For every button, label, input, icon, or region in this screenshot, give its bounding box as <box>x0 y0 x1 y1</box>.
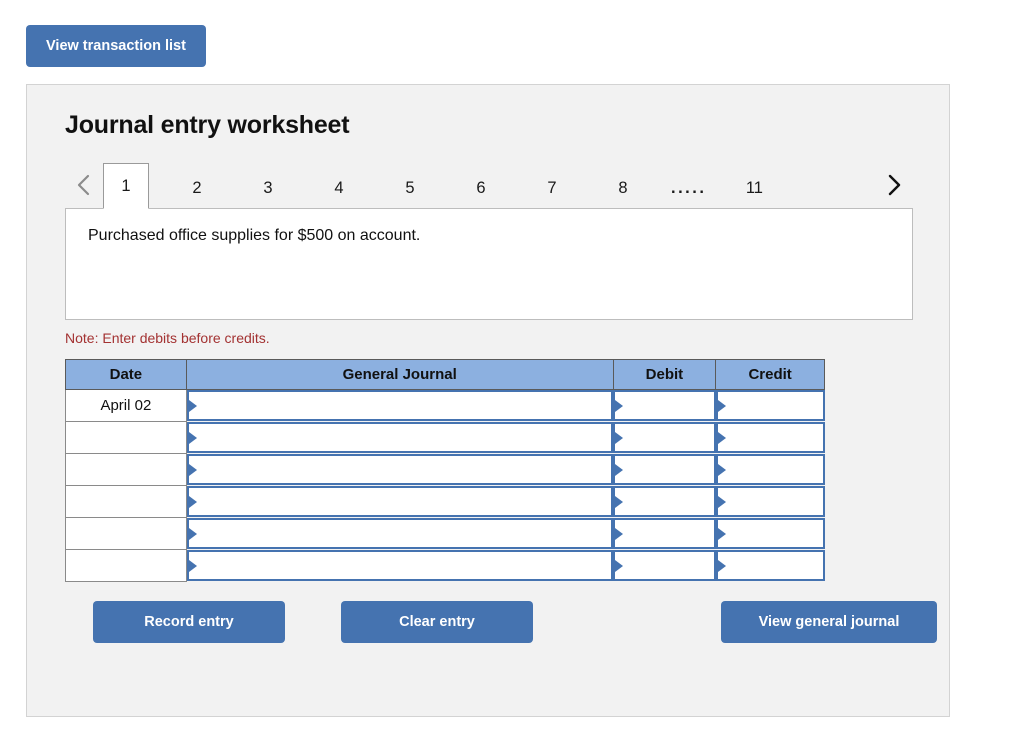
worksheet-tab-label: 6 <box>476 178 486 197</box>
credit-amount-input[interactable] <box>715 390 825 422</box>
view-general-journal-button[interactable]: View general journal <box>721 601 937 643</box>
tab-overflow-ellipsis: ..... <box>671 178 707 197</box>
account-name-dropdown[interactable] <box>186 518 614 549</box>
account-name-dropdown[interactable] <box>186 422 614 453</box>
date-cell <box>65 485 187 518</box>
worksheet-tab-3[interactable]: 3 <box>245 168 291 208</box>
column-header-credit: Credit <box>715 359 825 390</box>
debit-amount-input[interactable] <box>613 550 716 581</box>
debit-cell[interactable] <box>613 454 716 486</box>
worksheet-tab-4[interactable]: 4 <box>316 168 362 208</box>
debit-amount-input[interactable] <box>613 454 716 485</box>
table-row <box>65 421 825 454</box>
debit-cell[interactable] <box>613 422 716 454</box>
debit-cell[interactable] <box>613 518 716 550</box>
record-entry-button[interactable]: Record entry <box>93 601 285 643</box>
view-transaction-list-button[interactable]: View transaction list <box>26 25 206 67</box>
worksheet-tab-label: 1 <box>121 176 131 195</box>
worksheet-action-bar: Record entry Clear entry View general jo… <box>65 601 937 643</box>
worksheet-tab-label: 8 <box>618 178 628 197</box>
account-name-dropdown[interactable] <box>186 390 614 422</box>
worksheet-tab-label: 11 <box>745 178 763 197</box>
worksheet-tab-label: 4 <box>334 178 344 197</box>
column-header-debit: Debit <box>612 359 717 390</box>
credit-cell[interactable] <box>715 422 825 454</box>
general-journal-cell[interactable] <box>186 390 614 422</box>
worksheet-tab-label: 5 <box>405 178 415 197</box>
transaction-description-panel: Purchased office supplies for $500 on ac… <box>65 208 913 320</box>
transaction-description-text: Purchased office supplies for $500 on ac… <box>88 227 421 244</box>
worksheet-tab-1[interactable]: 1 <box>103 163 149 209</box>
credit-cell[interactable] <box>715 486 825 518</box>
credit-amount-input[interactable] <box>715 486 825 517</box>
date-cell <box>65 549 187 582</box>
general-journal-cell[interactable] <box>186 518 614 550</box>
worksheet-tab-8[interactable]: 8 <box>600 168 646 208</box>
debits-before-credits-note: Note: Enter debits before credits. <box>65 330 270 346</box>
column-header-general-journal: General Journal <box>185 359 614 390</box>
worksheet-tab-2[interactable]: 2 <box>174 168 220 208</box>
worksheet-tab-label: 2 <box>192 178 202 197</box>
chevron-right-icon <box>884 171 904 199</box>
table-row <box>65 549 825 582</box>
worksheet-tab-7[interactable]: 7 <box>529 168 575 208</box>
credit-amount-input[interactable] <box>715 422 825 453</box>
chevron-left-icon <box>74 171 94 199</box>
clear-entry-button[interactable]: Clear entry <box>341 601 533 643</box>
debit-amount-input[interactable] <box>613 486 716 517</box>
worksheet-tab-6[interactable]: 6 <box>458 168 504 208</box>
date-cell: April 02 <box>65 389 187 422</box>
credit-cell[interactable] <box>715 518 825 550</box>
table-row <box>65 453 825 486</box>
credit-cell[interactable] <box>715 550 825 582</box>
debit-amount-input[interactable] <box>613 518 716 549</box>
top-toolbar: View transaction list <box>0 0 1024 67</box>
credit-amount-input[interactable] <box>715 550 825 581</box>
worksheet-tab-label: 7 <box>547 178 557 197</box>
worksheet-tab-label: 3 <box>263 178 273 197</box>
debit-amount-input[interactable] <box>613 422 716 453</box>
account-name-dropdown[interactable] <box>186 454 614 485</box>
general-journal-table: Date General Journal Debit Credit April … <box>65 359 825 582</box>
credit-cell[interactable] <box>715 454 825 486</box>
credit-cell[interactable] <box>715 390 825 422</box>
account-name-dropdown[interactable] <box>186 550 614 581</box>
date-cell <box>65 453 187 486</box>
general-journal-cell[interactable] <box>186 422 614 454</box>
worksheet-tab-bar: 1 2 3 4 5 6 7 8 ..... 11 <box>65 162 913 209</box>
debit-cell[interactable] <box>613 390 716 422</box>
credit-amount-input[interactable] <box>715 454 825 485</box>
date-cell <box>65 421 187 454</box>
debit-amount-input[interactable] <box>613 390 716 422</box>
general-journal-cell[interactable] <box>186 550 614 582</box>
table-header-row: Date General Journal Debit Credit <box>65 359 825 390</box>
account-name-dropdown[interactable] <box>186 486 614 517</box>
general-journal-cell[interactable] <box>186 486 614 518</box>
journal-entry-worksheet-card: Journal entry worksheet 1 2 3 4 5 6 7 8 … <box>26 84 950 717</box>
next-tab-button[interactable] <box>875 162 913 208</box>
page-title: Journal entry worksheet <box>65 111 350 139</box>
worksheet-tab-11[interactable]: 11 <box>731 168 777 208</box>
column-header-date: Date <box>65 359 187 390</box>
table-row: April 02 <box>65 389 825 422</box>
table-row <box>65 485 825 518</box>
worksheet-tab-5[interactable]: 5 <box>387 168 433 208</box>
debit-cell[interactable] <box>613 550 716 582</box>
table-row <box>65 517 825 550</box>
date-cell <box>65 517 187 550</box>
debit-cell[interactable] <box>613 486 716 518</box>
previous-tab-button[interactable] <box>65 162 103 208</box>
credit-amount-input[interactable] <box>715 518 825 549</box>
general-journal-cell[interactable] <box>186 454 614 486</box>
